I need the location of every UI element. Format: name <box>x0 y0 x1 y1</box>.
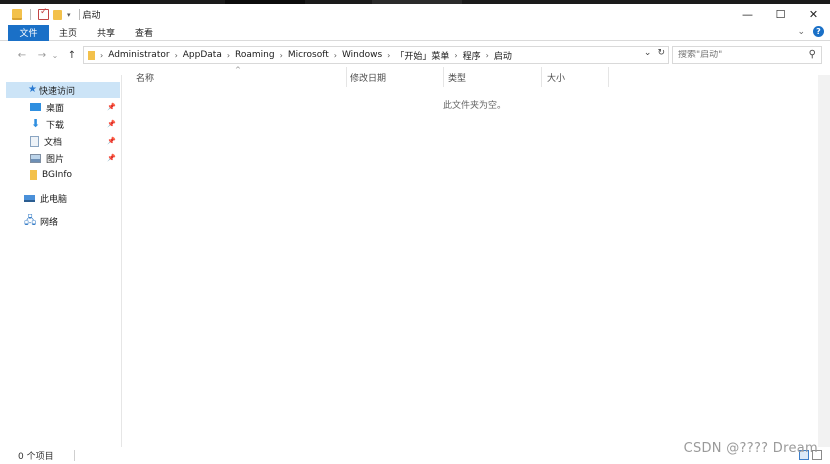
breadcrumb-item[interactable]: Microsoft <box>288 50 329 60</box>
breadcrumb-separator-icon[interactable]: › <box>100 51 103 60</box>
breadcrumb-item[interactable]: Administrator <box>108 50 169 60</box>
pictures-icon <box>30 153 41 163</box>
tab-view[interactable]: 查看 <box>125 25 163 41</box>
recent-locations-button[interactable]: ⌄ <box>50 51 60 60</box>
quick-access-star-icon: ★ <box>28 84 37 95</box>
column-header-name[interactable]: 名称 <box>130 67 347 87</box>
quick-access-toolbar: ▾ <box>0 7 83 20</box>
breadcrumb-item[interactable]: AppData <box>183 50 222 60</box>
nav-item-this-pc[interactable]: 此电脑 <box>24 190 120 206</box>
nav-item-label: 网络 <box>40 217 59 228</box>
customize-toolbar-caret-icon[interactable]: ▾ <box>67 11 71 19</box>
nav-item-label: 桌面 <box>46 103 65 114</box>
nav-item-downloads[interactable]: ⬇ 下载 📌 <box>30 116 120 132</box>
nav-item-label: 快速访问 <box>39 86 76 97</box>
nav-item-label: BGInfo <box>42 170 73 180</box>
column-header-size[interactable]: 大小 <box>541 67 609 87</box>
nav-item-documents[interactable]: 文档 📌 <box>30 133 120 149</box>
tab-share[interactable]: 共享 <box>87 25 125 41</box>
download-icon: ⬇ <box>30 117 41 130</box>
column-header-date-modified[interactable]: 修改日期 <box>344 67 444 87</box>
nav-item-pictures[interactable]: 图片 📌 <box>30 150 120 166</box>
address-controls: ⌄ ↻ <box>644 48 665 58</box>
search-box[interactable]: ⚲ <box>672 46 822 64</box>
breadcrumb-item[interactable]: 启动 <box>494 49 512 62</box>
help-icon[interactable]: ? <box>813 26 824 37</box>
column-header-type[interactable]: 类型 <box>442 67 542 87</box>
properties-icon[interactable] <box>38 7 49 20</box>
document-icon <box>30 135 39 147</box>
window-controls: — ☐ ✕ <box>731 4 830 25</box>
breadcrumb-item[interactable]: 「开始」菜单 <box>395 49 449 62</box>
nav-item-desktop[interactable]: 桌面 📌 <box>30 99 120 115</box>
toolbar-divider <box>30 9 31 20</box>
breadcrumb-separator-icon[interactable]: › <box>280 51 283 60</box>
ribbon-tabs: 文件 主页 共享 查看 ⌄ ? <box>0 24 830 41</box>
network-icon: 🖧 <box>24 214 37 227</box>
watermark: CSDN @???? Dream <box>683 441 818 456</box>
status-divider <box>73 450 75 461</box>
folder-icon <box>12 9 22 20</box>
folder-icon <box>30 170 37 180</box>
nav-item-bginfo[interactable]: BGInfo <box>30 167 120 183</box>
nav-item-network[interactable]: 🖧 网络 <box>24 213 120 229</box>
breadcrumb-separator-icon[interactable]: › <box>334 51 337 60</box>
nav-item-label: 此电脑 <box>40 194 68 205</box>
tab-home[interactable]: 主页 <box>49 25 87 41</box>
new-folder-icon[interactable] <box>53 9 62 20</box>
chevron-down-icon[interactable]: ⌄ <box>797 27 805 37</box>
tab-file[interactable]: 文件 <box>8 24 49 41</box>
forward-button[interactable]: → <box>34 50 50 61</box>
address-bar[interactable]: › Administrator › AppData › Roaming › Mi… <box>83 46 669 64</box>
pin-icon[interactable]: 📌 <box>107 103 116 111</box>
close-button[interactable]: ✕ <box>797 4 830 25</box>
toolbar-divider <box>78 9 80 20</box>
breadcrumb-separator-icon[interactable]: › <box>175 51 178 60</box>
empty-folder-message: 此文件夹为空。 <box>443 101 507 111</box>
breadcrumb-item[interactable]: Roaming <box>235 50 275 60</box>
navigation-bar: ← → ⌄ ↑ › Administrator › AppData › Roam… <box>0 45 830 65</box>
vertical-scrollbar[interactable] <box>818 75 830 447</box>
ribbon-right-controls: ⌄ ? <box>797 26 824 37</box>
breadcrumb: › Administrator › AppData › Roaming › Mi… <box>100 49 512 62</box>
nav-item-quick-access[interactable]: ★ 快速访问 <box>6 82 120 98</box>
up-button[interactable]: ↑ <box>64 50 80 61</box>
pin-icon[interactable]: 📌 <box>107 137 116 145</box>
breadcrumb-item[interactable]: 程序 <box>463 49 481 62</box>
refresh-icon[interactable]: ↻ <box>657 48 665 58</box>
breadcrumb-separator-icon[interactable]: › <box>227 51 230 60</box>
search-icon[interactable]: ⚲ <box>809 49 816 60</box>
item-count: 0 个项目 <box>18 452 54 462</box>
computer-icon <box>24 194 35 202</box>
breadcrumb-separator-icon[interactable]: › <box>486 51 489 60</box>
search-input[interactable] <box>678 50 798 60</box>
address-dropdown-icon[interactable]: ⌄ <box>644 48 652 58</box>
pin-icon[interactable]: 📌 <box>107 154 116 162</box>
breadcrumb-item[interactable]: Windows <box>342 50 382 60</box>
folder-icon <box>88 50 95 60</box>
navigation-pane: ★ 快速访问 桌面 📌 ⬇ 下载 📌 文档 📌 图片 📌 BGInfo 此电脑 … <box>0 75 122 447</box>
nav-item-label: 文档 <box>44 137 63 148</box>
window-title: 启动 <box>82 11 101 21</box>
minimize-button[interactable]: — <box>731 4 764 25</box>
breadcrumb-separator-icon[interactable]: › <box>454 51 457 60</box>
maximize-button[interactable]: ☐ <box>764 4 797 25</box>
pin-icon[interactable]: 📌 <box>107 120 116 128</box>
nav-item-label: 图片 <box>46 154 65 165</box>
back-button[interactable]: ← <box>14 50 30 61</box>
nav-item-label: 下载 <box>46 120 65 131</box>
breadcrumb-separator-icon[interactable]: › <box>387 51 390 60</box>
desktop-icon <box>30 103 41 111</box>
title-bar: ▾ 启动 — ☐ ✕ <box>0 4 830 25</box>
